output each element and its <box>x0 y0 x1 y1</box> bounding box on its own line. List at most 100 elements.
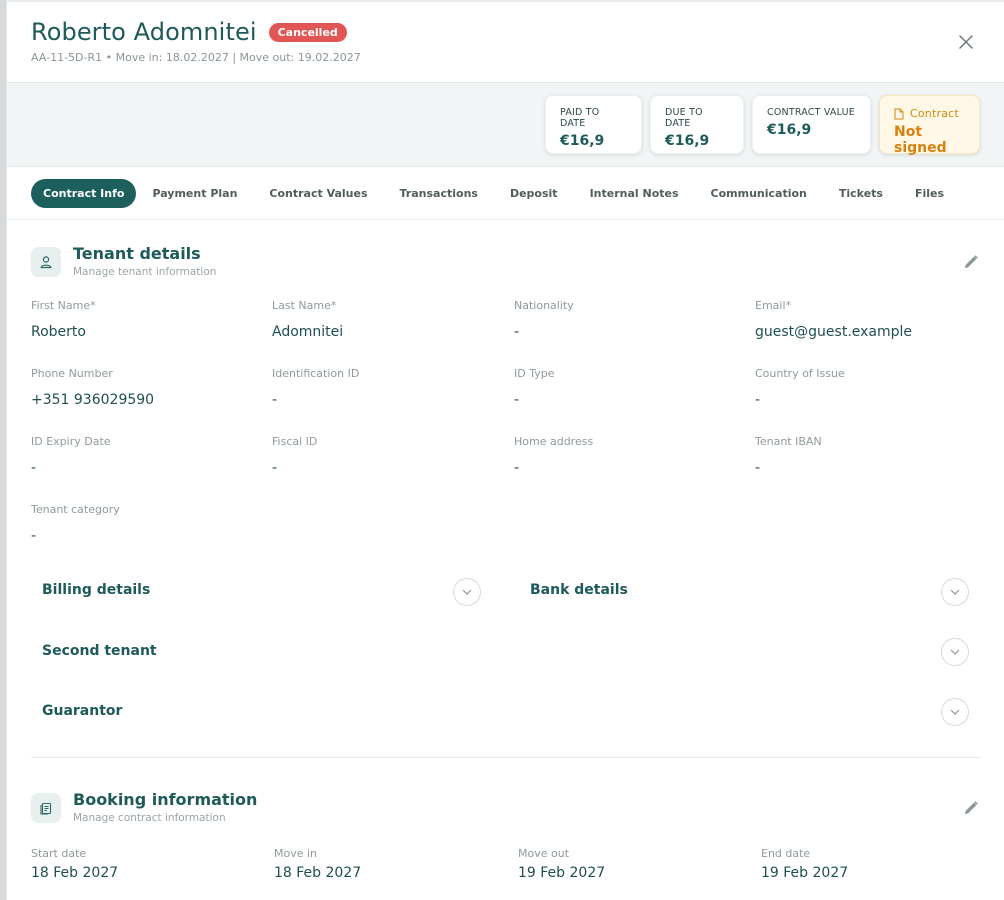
identification-id-field: Identification ID - <box>272 367 514 435</box>
contract-status-value: Not signed <box>894 124 947 156</box>
chevron-down-icon <box>950 709 960 715</box>
edit-booking-button[interactable] <box>963 800 981 818</box>
chevron-down-icon <box>950 589 960 595</box>
field-label: Start date <box>31 847 87 860</box>
country-of-issue-field: Country of Issue - <box>755 367 981 435</box>
second-tenant-title[interactable]: Second tenant <box>42 643 157 659</box>
field-value: +351 936029590 <box>31 392 155 408</box>
field-value: 18 Feb 2027 <box>31 865 119 881</box>
paid-to-date-label: PAID TO DATE <box>560 107 600 129</box>
tab-communication[interactable]: Communication <box>695 179 823 208</box>
person-icon <box>40 256 52 269</box>
field-label: First Name* <box>31 299 96 312</box>
tab-tickets[interactable]: Tickets <box>823 179 899 208</box>
field-value: - <box>272 392 278 408</box>
start-date-field: Start date 18 Feb 2027 <box>31 847 274 897</box>
field-label: End date <box>761 847 811 860</box>
field-value: - <box>514 392 520 408</box>
field-label: Nationality <box>514 299 574 312</box>
first-name-field: First Name* Roberto <box>31 299 272 367</box>
last-name-field: Last Name* Adomnitei <box>272 299 514 367</box>
paid-to-date-value: €16,9 <box>560 133 605 149</box>
tenant-section-subtitle: Manage tenant information <box>73 266 217 278</box>
field-value: guest@guest.example <box>755 324 913 340</box>
field-label: Fiscal ID <box>272 435 318 448</box>
end-date-field: End date 19 Feb 2027 <box>761 847 981 897</box>
field-label: Home address <box>514 435 594 448</box>
tab-payment-plan[interactable]: Payment Plan <box>136 179 253 208</box>
due-to-date-label: DUE TO DATE <box>665 107 703 129</box>
field-value: - <box>272 460 278 476</box>
paid-to-date-card: PAID TO DATE €16,9 <box>545 95 642 154</box>
pencil-icon <box>965 801 978 814</box>
tenant-section-icon-wrap <box>31 247 61 277</box>
nationality-field: Nationality - <box>514 299 755 367</box>
contract-value-label: CONTRACT VALUE <box>767 107 855 118</box>
bank-details-title[interactable]: Bank details <box>530 582 628 598</box>
tenant-name-title: Roberto Adomnitei <box>31 18 257 46</box>
tab-deposit[interactable]: Deposit <box>494 179 574 208</box>
close-icon <box>959 35 973 49</box>
booking-section-icon-wrap <box>31 793 61 823</box>
fiscal-id-field: Fiscal ID - <box>272 435 514 503</box>
contract-value-card: CONTRACT VALUE €16,9 <box>752 95 871 154</box>
booking-section-title: Booking information <box>73 790 258 809</box>
second-tenant-toggle[interactable] <box>941 638 969 666</box>
field-value: - <box>514 460 520 476</box>
tab-files[interactable]: Files <box>899 179 960 208</box>
chevron-down-icon <box>462 589 472 595</box>
booking-fields-grid: Start date 18 Feb 2027 Move in 18 Feb 20… <box>31 847 981 897</box>
field-label: Tenant category <box>31 503 120 516</box>
field-label: Country of Issue <box>755 367 845 380</box>
field-value: 18 Feb 2027 <box>274 865 362 881</box>
guarantor-toggle[interactable] <box>941 698 969 726</box>
tab-internal-notes[interactable]: Internal Notes <box>574 179 695 208</box>
field-value: 19 Feb 2027 <box>518 865 606 881</box>
guarantor-title[interactable]: Guarantor <box>42 703 122 719</box>
field-value: - <box>514 324 520 340</box>
booking-section-header: Booking information Manage contract info… <box>7 766 1004 826</box>
tab-transactions[interactable]: Transactions <box>384 179 494 208</box>
section-divider <box>31 757 981 758</box>
contract-modal: Roberto Adomnitei Cancelled AA-11-5D-R1 … <box>6 2 1004 900</box>
phone-number-field: Phone Number +351 936029590 <box>31 367 272 435</box>
contract-label: Contract <box>910 107 959 120</box>
tenant-section-title: Tenant details <box>73 244 201 263</box>
due-to-date-card: DUE TO DATE €16,9 <box>650 95 744 154</box>
tab-contract-info[interactable]: Contract Info <box>31 178 137 208</box>
due-to-date-value: €16,9 <box>665 133 710 149</box>
id-type-field: ID Type - <box>514 367 755 435</box>
field-value: - <box>755 460 761 476</box>
contract-status-card[interactable]: Contract Not signed <box>879 95 980 156</box>
move-in-field: Move in 18 Feb 2027 <box>274 847 518 897</box>
field-label: ID Type <box>514 367 555 380</box>
contract-subtitle: AA-11-5D-R1 • Move in: 18.02.2027 | Move… <box>31 51 361 64</box>
billing-details-toggle[interactable] <box>453 578 481 606</box>
field-value: - <box>31 528 37 544</box>
document-icon <box>894 108 904 119</box>
id-expiry-date-field: ID Expiry Date - <box>31 435 272 503</box>
field-value: Roberto <box>31 324 86 340</box>
modal-header: Roberto Adomnitei Cancelled AA-11-5D-R1 … <box>7 2 1004 83</box>
home-address-field: Home address - <box>514 435 755 503</box>
pencil-icon <box>965 255 978 268</box>
move-out-field: Move out 19 Feb 2027 <box>518 847 761 897</box>
tenant-category-field: Tenant category - <box>31 503 272 571</box>
field-label: Tenant IBAN <box>755 435 822 448</box>
summary-strip: PAID TO DATE €16,9 DUE TO DATE €16,9 CON… <box>7 83 1004 167</box>
field-label: Last Name* <box>272 299 337 312</box>
field-value: - <box>755 392 761 408</box>
field-label: ID Expiry Date <box>31 435 111 448</box>
field-value: 19 Feb 2027 <box>761 865 849 881</box>
field-label: Email* <box>755 299 792 312</box>
billing-details-title[interactable]: Billing details <box>42 582 150 598</box>
bank-details-toggle[interactable] <box>941 578 969 606</box>
tab-bar: Contract Info Payment Plan Contract Valu… <box>7 167 1004 220</box>
field-label: Identification ID <box>272 367 360 380</box>
edit-tenant-button[interactable] <box>963 254 981 272</box>
close-button[interactable] <box>956 32 976 52</box>
tab-contract-values[interactable]: Contract Values <box>253 179 383 208</box>
field-label: Move in <box>274 847 318 860</box>
chevron-down-icon <box>950 649 960 655</box>
contract-status-label-row: Contract <box>894 107 965 120</box>
